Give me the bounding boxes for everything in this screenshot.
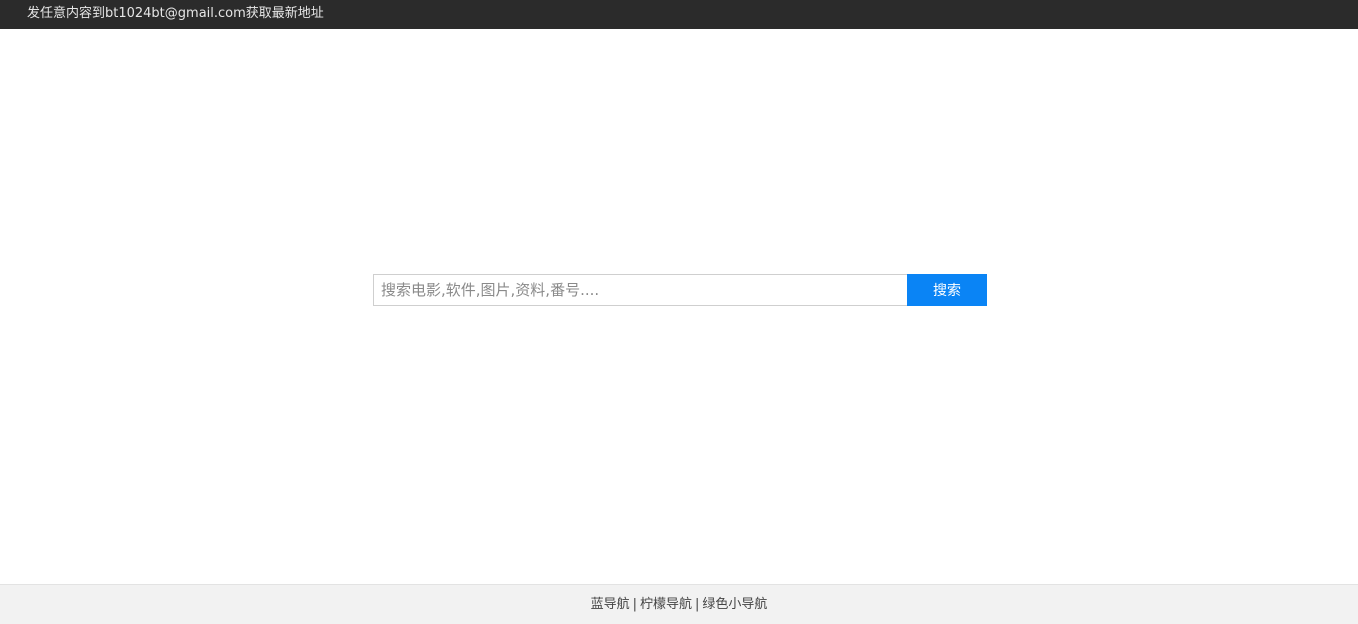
notice-text: 发任意内容到bt1024bt@gmail.com获取最新地址 bbox=[27, 6, 324, 21]
search-form: 搜索 bbox=[373, 274, 987, 306]
footer: 蓝导航 | 柠檬导航 | 绿色小导航 bbox=[0, 584, 1358, 624]
search-button[interactable]: 搜索 bbox=[907, 274, 987, 306]
footer-separator: | bbox=[695, 597, 700, 612]
footer-link-ningmeng-daohang[interactable]: 柠檬导航 bbox=[640, 597, 692, 612]
footer-separator: | bbox=[632, 597, 637, 612]
top-notice-bar: 发任意内容到bt1024bt@gmail.com获取最新地址 bbox=[0, 0, 1358, 29]
search-input[interactable] bbox=[373, 274, 907, 306]
footer-link-lan-daohang[interactable]: 蓝导航 bbox=[591, 597, 630, 612]
footer-link-lvse-xiao-daohang[interactable]: 绿色小导航 bbox=[702, 597, 767, 612]
footer-links: 蓝导航 | 柠檬导航 | 绿色小导航 bbox=[591, 597, 768, 613]
